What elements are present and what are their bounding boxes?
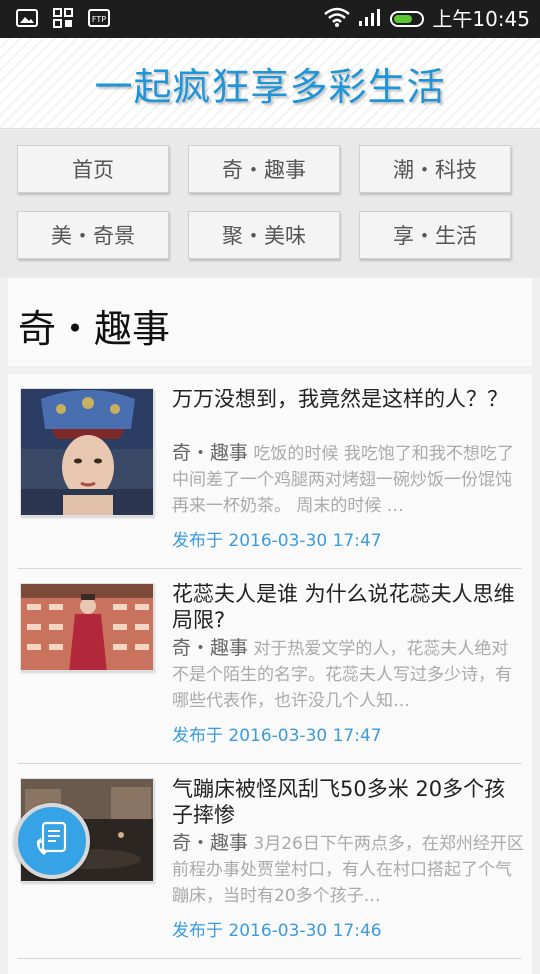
article-summary: 奇・趣事 对于热爱文学的人，花蕊夫人绝对不是个陌生的名字。花蕊夫人写过多少诗，有… bbox=[172, 635, 524, 713]
app-title: 一起疯狂享多彩生活 bbox=[94, 64, 446, 109]
article-date: 发布于 2016-03-30 17:47 bbox=[172, 726, 382, 746]
nav-fun-button[interactable]: 奇・趣事 bbox=[188, 145, 340, 193]
status-bar: FTP 上午10:45 bbox=[0, 0, 540, 38]
app-header: 一起疯狂享多彩生活 bbox=[0, 38, 540, 129]
section-header: 奇・趣事 bbox=[8, 278, 532, 366]
category-nav: 首页 奇・趣事 潮・科技 美・奇景 聚・美味 享・生活 bbox=[0, 130, 540, 278]
article-thumbnail bbox=[20, 388, 154, 516]
nav-life-button[interactable]: 享・生活 bbox=[359, 211, 511, 259]
svg-text:FTP: FTP bbox=[92, 15, 106, 24]
article-title: 万万没想到，我竟然是这样的人？？ bbox=[172, 387, 508, 411]
battery-icon bbox=[390, 11, 425, 27]
apps-icon bbox=[52, 8, 74, 28]
article-thumbnail bbox=[20, 583, 154, 671]
article-item[interactable]: 万万没想到，我竟然是这样的人？？ 奇・趣事 吃饭的时候 我吃饱了和我不想吃了中间… bbox=[8, 374, 532, 569]
divider bbox=[18, 958, 522, 959]
article-list: 万万没想到，我竟然是这样的人？？ 奇・趣事 吃饭的时候 我吃饱了和我不想吃了中间… bbox=[8, 374, 532, 974]
article-item[interactable]: 气蹦床被怪风刮飞50多米 20多个孩子摔惨 奇・趣事 3月26日下午两点多，在郑… bbox=[8, 764, 532, 959]
article-category: 奇・趣事 bbox=[172, 637, 249, 659]
section-title: 奇・趣事 bbox=[18, 307, 171, 351]
article-date: 发布于 2016-03-30 17:46 bbox=[172, 921, 382, 941]
clock: 上午10:45 bbox=[432, 7, 530, 31]
article-summary: 奇・趣事 吃饭的时候 我吃饱了和我不想吃了中间差了一个鸡腿两对烤翅一碗炒饭一份馄… bbox=[172, 440, 524, 518]
nav-home-button[interactable]: 首页 bbox=[17, 145, 169, 193]
image-icon bbox=[16, 8, 38, 28]
article-item[interactable]: 花蕊夫人是谁 为什么说花蕊夫人思维局限? 奇・趣事 对于热爱文学的人，花蕊夫人绝… bbox=[8, 569, 532, 764]
contact-fab-button[interactable] bbox=[14, 803, 90, 879]
phone-call-icon bbox=[32, 819, 72, 863]
nav-food-button[interactable]: 聚・美味 bbox=[188, 211, 340, 259]
article-title: 气蹦床被怪风刮飞50多米 20多个孩子摔惨 bbox=[172, 777, 506, 827]
ftp-icon: FTP bbox=[88, 8, 110, 28]
signal-icon bbox=[358, 7, 382, 31]
article-category: 奇・趣事 bbox=[172, 442, 249, 464]
article-category: 奇・趣事 bbox=[172, 832, 249, 854]
article-title: 花蕊夫人是谁 为什么说花蕊夫人思维局限? bbox=[172, 582, 515, 632]
article-date: 发布于 2016-03-30 17:47 bbox=[172, 531, 382, 551]
wifi-icon bbox=[324, 7, 351, 31]
article-summary: 奇・趣事 3月26日下午两点多，在郑州经开区前程办事处贾堂村口，有人在村口搭起了… bbox=[172, 830, 524, 908]
nav-tech-button[interactable]: 潮・科技 bbox=[359, 145, 511, 193]
nav-scenery-button[interactable]: 美・奇景 bbox=[17, 211, 169, 259]
